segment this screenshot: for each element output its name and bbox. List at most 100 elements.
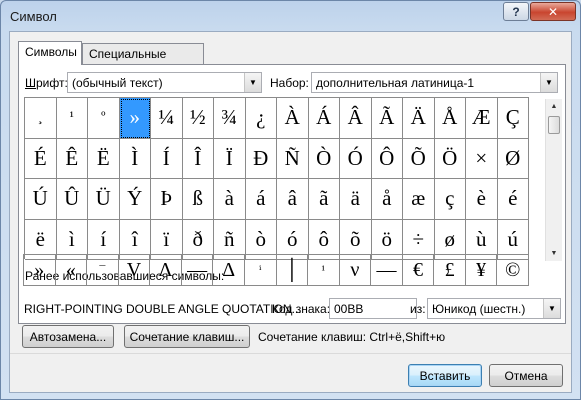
recent-symbol[interactable]: Δ [213,255,245,285]
font-label: Шрифт: [25,76,68,90]
dialog-body: Символы Специальные знаки Шрифт: (обычны… [9,31,572,393]
symbol-cell[interactable]: Á [308,98,340,139]
character-name: RIGHT-POINTING DOUBLE ANGLE QUOTATION... [24,302,302,316]
symbol-cell[interactable]: Ô [371,138,403,179]
symbol-cell[interactable]: × [466,138,498,179]
symbol-cell[interactable]: É [25,138,57,179]
symbol-cell[interactable]: Â [340,98,372,139]
symbol-cell[interactable]: Ã [371,98,403,139]
symbol-cell[interactable]: Ë [88,138,120,179]
recent-symbol[interactable]: ¥ [466,255,498,285]
symbol-cell[interactable]: Ü [88,179,120,220]
recent-symbol[interactable]: © [497,255,529,285]
shortcut-text: Сочетание клавиш: Ctrl+ё,Shift+ю [258,330,446,344]
symbol-cell[interactable]: Ï [214,138,246,179]
symbol-cell[interactable]: á [245,179,277,220]
char-code-label: Код знака: [272,302,331,316]
tab-symbols[interactable]: Символы [18,41,82,65]
subset-select[interactable]: дополнительная латиница-1 ▼ [311,72,558,93]
recent-symbol[interactable]: € [403,255,435,285]
recent-symbol[interactable]: │ [277,255,309,285]
symbol-cell[interactable]: Ñ [277,138,309,179]
insert-button[interactable]: Вставить [408,364,482,387]
symbol-cell[interactable]: Ø [497,138,529,179]
symbol-cell[interactable]: Ó [340,138,372,179]
symbol-cell[interactable]: » [119,98,151,139]
symbol-cell[interactable]: é [497,179,529,220]
scroll-up-icon[interactable]: ▲ [546,99,562,114]
symbol-cell[interactable]: Ç [497,98,529,139]
close-button[interactable]: ✕ [530,2,576,21]
window-title: Символ [10,9,57,24]
symbol-cell[interactable]: Þ [151,179,183,220]
symbol-cell[interactable]: ä [340,179,372,220]
recent-symbol[interactable]: ¯ [87,255,119,285]
grid-scrollbar[interactable]: ▲ ▼ [545,99,562,261]
scroll-thumb[interactable] [548,116,560,134]
symbol-cell[interactable]: Ý [119,179,151,220]
symbol-cell[interactable]: Î [182,138,214,179]
symbol-cell[interactable]: Ò [308,138,340,179]
recent-symbol[interactable]: £ [434,255,466,285]
symbol-cell[interactable]: ¼ [151,98,183,139]
recent-symbol[interactable]: — [371,255,403,285]
symbol-cell[interactable]: Ê [56,138,88,179]
font-value: (обычный текст) [72,76,163,90]
symbol-cell[interactable]: Û [56,179,88,220]
shortcut-key-button[interactable]: Сочетание клавиш... [124,325,250,348]
recent-symbol[interactable]: ¹ [308,255,340,285]
symbol-cell[interactable]: Đ [245,138,277,179]
symbol-cell[interactable]: Ú [25,179,57,220]
symbol-cell[interactable]: Ì [119,138,151,179]
help-icon: ? [512,4,520,19]
chevron-down-icon: ▼ [540,73,557,92]
subset-value: дополнительная латиница-1 [316,76,475,90]
symbol-cell[interactable]: è [466,179,498,220]
char-code-input[interactable]: 00BB [329,298,417,319]
symbol-cell[interactable]: Õ [403,138,435,179]
symbol-cell[interactable]: æ [403,179,435,220]
symbol-cell[interactable]: Ö [434,138,466,179]
symbol-cell[interactable]: ¸ [25,98,57,139]
chevron-down-icon: ▼ [543,299,560,318]
symbol-cell[interactable]: ½ [182,98,214,139]
symbol-grid: ¸ ¹ º» ¼ ½ ¾ ¿ À Á Â Ã Ä Å Æ Ç É Ê Ë Ì Í Î Ï Đ Ñ Ò Ó Ô Õ Ö × Ø Ú Û Ü Ý Þß à á… [24,97,529,260]
help-button[interactable]: ? [503,2,529,21]
cancel-button[interactable]: Отмена [489,364,563,387]
symbol-cell[interactable]: Í [151,138,183,179]
symbol-cell[interactable]: ß [182,179,214,220]
from-select[interactable]: Юникод (шестн.) ▼ [427,298,561,319]
recent-symbol[interactable]: Λ [150,255,182,285]
from-value: Юникод (шестн.) [432,302,526,316]
recent-symbol[interactable]: « [56,255,88,285]
symbol-cell[interactable]: À [277,98,309,139]
recent-symbol[interactable]: ν [340,255,372,285]
chevron-down-icon: ▼ [244,73,261,92]
recent-symbol[interactable]: » [24,255,56,285]
autocorrect-button[interactable]: Автозамена... [22,325,114,348]
recent-symbol[interactable]: ⁱ [245,255,277,285]
recent-symbol[interactable]: V [119,255,151,285]
subset-label: Набор: [270,76,309,90]
tab-special-characters[interactable]: Специальные знаки [82,43,204,75]
symbol-cell[interactable]: å [371,179,403,220]
recent-symbol[interactable]: — [182,255,214,285]
dialog-footer [10,354,571,392]
symbol-dialog: Символ ? ✕ Символы Специальные знаки Шри… [0,0,581,400]
recent-symbols: » «¯ V Λ — Δⁱ │ ¹ ν — € £ ¥ © [23,254,529,286]
symbol-cell[interactable]: ç [434,179,466,220]
from-label: из: [410,302,426,316]
symbol-cell[interactable]: â [277,179,309,220]
symbol-cell[interactable]: Å [434,98,466,139]
symbol-cell[interactable]: º [88,98,120,139]
symbol-cell[interactable]: à [214,179,246,220]
symbol-cell[interactable]: ¿ [245,98,277,139]
font-select[interactable]: (обычный текст) ▼ [67,72,262,93]
symbol-cell[interactable]: Ä [403,98,435,139]
scroll-down-icon[interactable]: ▼ [546,246,562,261]
symbol-cell[interactable]: ã [308,179,340,220]
symbol-cell[interactable]: Æ [466,98,498,139]
symbol-cell[interactable]: ¾ [214,98,246,139]
title-bar: Символ ? ✕ [1,1,580,31]
symbol-cell[interactable]: ¹ [56,98,88,139]
